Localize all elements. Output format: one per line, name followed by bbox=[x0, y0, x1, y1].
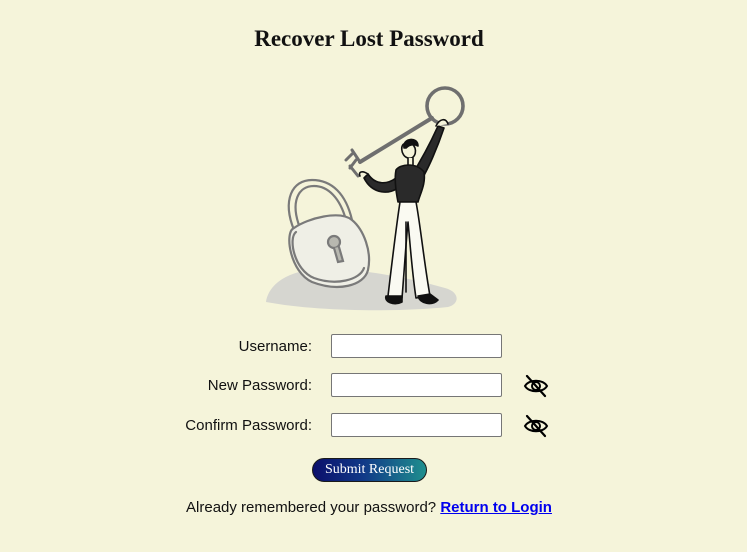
eye-slash-icon[interactable] bbox=[523, 373, 549, 399]
return-to-login-line: Already remembered your password? Return… bbox=[0, 499, 738, 516]
key-icon bbox=[344, 86, 465, 178]
return-to-login-link[interactable]: Return to Login bbox=[440, 499, 552, 516]
person-holding-key-illustration bbox=[266, 86, 465, 311]
new-password-label: New Password: bbox=[207, 377, 312, 394]
username-input[interactable] bbox=[331, 334, 502, 358]
page-title: Recover Lost Password bbox=[254, 26, 484, 51]
confirm-password-input[interactable] bbox=[331, 413, 502, 437]
padlock-icon bbox=[287, 178, 371, 288]
remembered-password-text: Already remembered your password? bbox=[186, 499, 437, 516]
new-password-input[interactable] bbox=[331, 373, 502, 397]
username-row: Username: bbox=[0, 334, 747, 360]
confirm-password-row: Confirm Password: bbox=[0, 413, 747, 439]
new-password-row: New Password: bbox=[0, 373, 747, 399]
submit-request-button[interactable]: Submit Request bbox=[312, 458, 427, 482]
eye-slash-icon[interactable] bbox=[523, 413, 549, 439]
confirm-password-label: Confirm Password: bbox=[185, 417, 312, 434]
username-label: Username: bbox=[238, 338, 312, 355]
